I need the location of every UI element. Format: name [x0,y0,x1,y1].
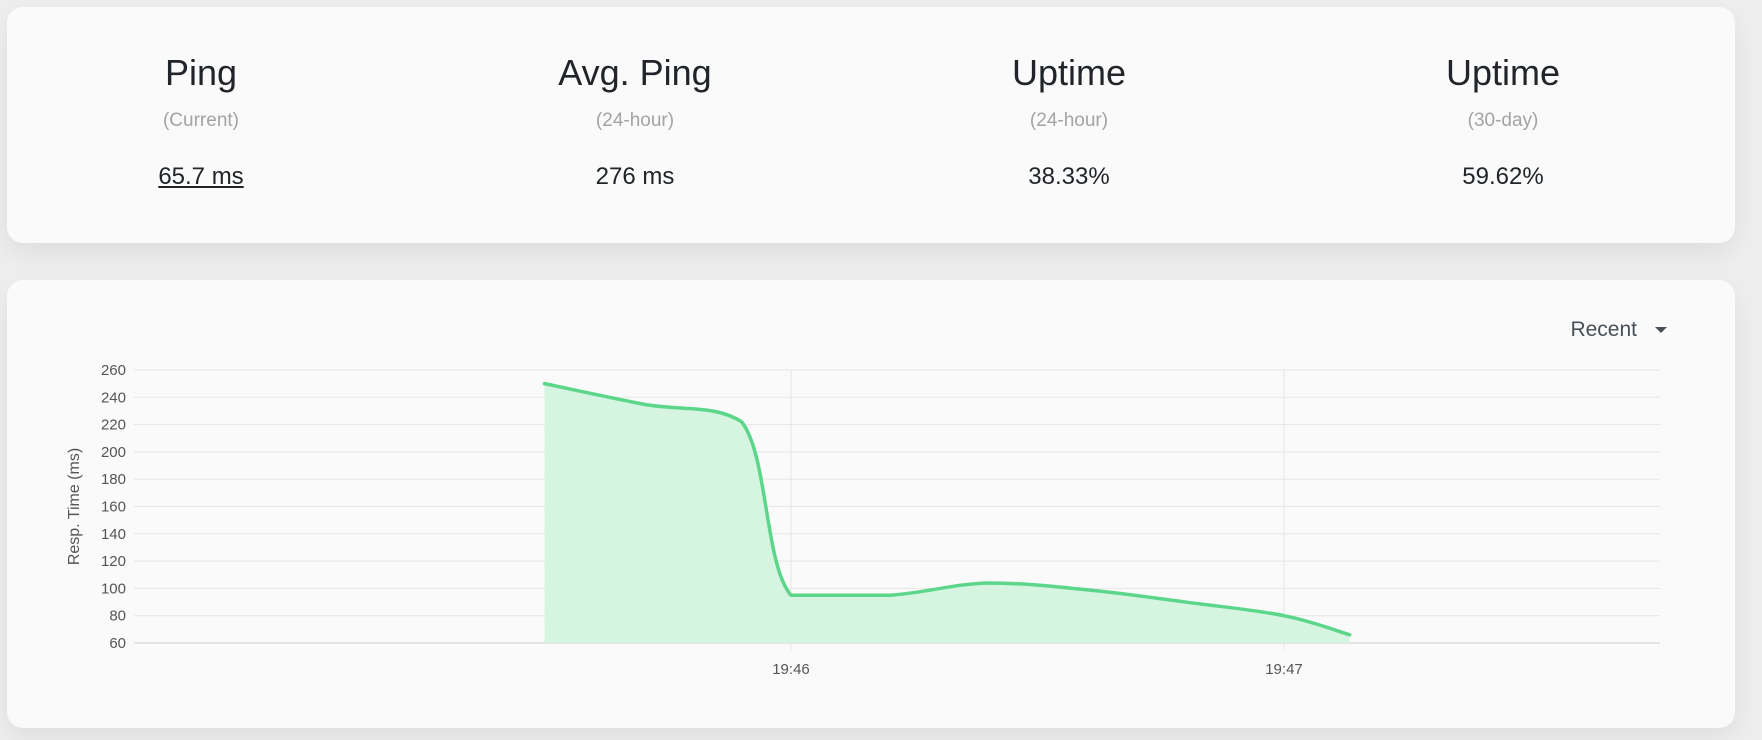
y-tick-label: 60 [109,635,126,652]
y-tick-label: 160 [101,499,126,516]
response-time-chart: 60 80 100 120 140 160 180 200 220 240 260 19:46 19:4… [66,362,1660,678]
stat-subtitle: (Current) [162,110,239,131]
y-tick-label: 100 [101,580,126,597]
stat-title: Avg. Ping [558,52,712,93]
y-tick-label: 80 [109,608,126,625]
stat-value-link[interactable]: 65.7 ms [51,163,351,191]
stats-card: Ping (Current) 65.7 ms Avg. Ping (24-hou… [7,7,1735,243]
x-tick-label: 19:47 [1265,661,1303,678]
stat-subtitle: (30-day) [1467,110,1539,131]
y-tick-label: 220 [101,417,126,434]
y-tick-label: 240 [101,389,126,406]
stat-title: Ping [164,52,238,93]
stat-title: Uptime [1445,52,1561,93]
chart-card: Recent 60 80 100 120 140 160 180 200 220 240 260 19… [7,280,1735,728]
y-tick-label: 140 [101,526,126,543]
stat-value: 59.62% [1462,163,1544,190]
y-tick-label: 260 [101,362,126,379]
y-tick-label: 120 [101,553,126,570]
stat-value: 38.33% [1028,163,1110,190]
stat-subtitle: (24-hour) [595,110,675,131]
x-tick-label: 19:46 [772,661,810,678]
y-axis-label: Resp. Time (ms) [66,448,83,565]
stat-title: Uptime [1011,52,1127,93]
series-area [544,383,1350,643]
y-tick-label: 180 [101,471,126,488]
stat-subtitle: (24-hour) [1029,110,1109,131]
stat-value: 276 ms [595,163,675,190]
y-tick-label: 200 [101,444,126,461]
